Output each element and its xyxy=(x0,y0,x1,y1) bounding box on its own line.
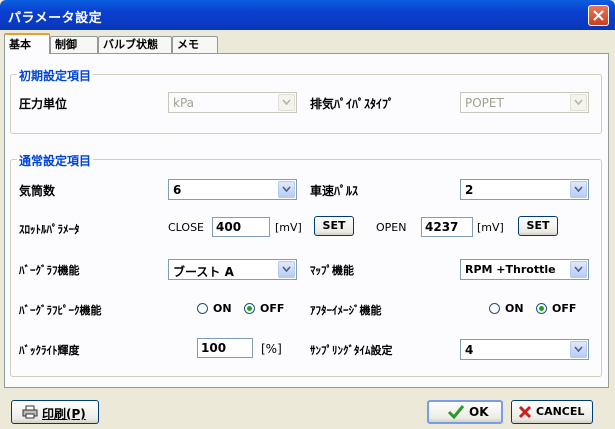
exhaust-pipe-value: POPET xyxy=(465,96,504,110)
cylinders-label: 気筒数 xyxy=(19,184,56,198)
window-title: パラメータ設定 xyxy=(8,11,103,26)
pressure-unit-select: kPa xyxy=(168,92,297,113)
speed-pulse-select[interactable]: 2 xyxy=(460,179,589,200)
tab-control[interactable]: 制御 xyxy=(50,36,98,53)
map-label: ﾏｯﾌﾟ機能 xyxy=(310,264,354,277)
dropdown-arrow-icon[interactable] xyxy=(570,261,587,278)
throttle-open-unit: [mV] xyxy=(477,221,504,234)
cylinders-select[interactable]: 6 xyxy=(168,179,297,200)
tab-basic[interactable]: 基本 xyxy=(4,33,50,54)
sampling-value: 4 xyxy=(465,343,474,357)
throttle-open-input[interactable]: 4237 xyxy=(421,217,473,237)
backlight-input[interactable]: 100 xyxy=(197,338,253,358)
normal-settings-group: 通常設定項目 気筒数 6 車速ﾊﾟﾙｽ 2 ｽﾛｯﾄﾙﾊﾟﾗﾒｰﾀ CLOSE … xyxy=(10,152,602,377)
pressure-unit-label: 圧力単位 xyxy=(19,97,68,111)
tab-panel-basic: 初期設定項目 圧力単位 kPa 排気ﾊﾟｲﾊﾟｽﾀｲﾌﾟ POPET 通常設定項… xyxy=(4,53,609,388)
afterimage-on-radio[interactable] xyxy=(489,303,500,314)
close-button[interactable] xyxy=(588,5,609,26)
bargraph-peak-on-label: ON xyxy=(213,302,232,315)
afterimage-off-radio[interactable] xyxy=(536,303,547,314)
title-bar[interactable]: パラメータ設定 xyxy=(0,0,615,30)
bargraph-peak-label: ﾊﾞｰｸﾞﾗﾌﾋﾟｰｸ機能 xyxy=(19,304,102,317)
ok-button[interactable]: OK xyxy=(427,400,503,424)
checkmark-icon xyxy=(447,405,465,420)
backlight-label: ﾊﾞｯｸﾗｲﾄ輝度 xyxy=(19,344,80,357)
printer-icon xyxy=(22,405,38,419)
dropdown-arrow-icon xyxy=(570,94,587,111)
print-button-label: 印刷(P) xyxy=(42,407,86,421)
cylinders-value: 6 xyxy=(173,183,182,197)
pressure-unit-value: kPa xyxy=(173,96,194,110)
tab-memo[interactable]: メモ xyxy=(172,36,218,53)
afterimage-off-label: OFF xyxy=(552,302,577,315)
cancel-button[interactable]: CANCEL xyxy=(511,400,593,424)
dropdown-arrow-icon[interactable] xyxy=(570,341,587,358)
ok-button-label: OK xyxy=(469,405,489,419)
initial-settings-group: 初期設定項目 圧力単位 kPa 排気ﾊﾟｲﾊﾟｽﾀｲﾌﾟ POPET xyxy=(10,67,602,134)
bargraph-peak-on-radio[interactable] xyxy=(197,303,208,314)
map-value: RPM +Throttle xyxy=(465,263,556,276)
bargraph-value: ブースト A xyxy=(173,265,234,279)
bargraph-label: ﾊﾞｰｸﾞﾗﾌ機能 xyxy=(19,264,80,277)
sampling-label: ｻﾝﾌﾟﾘﾝｸﾞﾀｲﾑ設定 xyxy=(310,344,393,357)
throttle-open-set-button[interactable]: SET xyxy=(518,216,558,236)
throttle-close-label: CLOSE xyxy=(168,221,205,234)
sampling-select[interactable]: 4 xyxy=(460,339,589,360)
map-select[interactable]: RPM +Throttle xyxy=(460,259,589,280)
dropdown-arrow-icon[interactable] xyxy=(570,181,587,198)
exhaust-pipe-label: 排気ﾊﾟｲﾊﾟｽﾀｲﾌﾟ xyxy=(310,97,395,111)
afterimage-on-label: ON xyxy=(505,302,524,315)
dropdown-arrow-icon xyxy=(278,94,295,111)
throttle-close-input[interactable]: 400 xyxy=(212,217,270,237)
initial-settings-legend: 初期設定項目 xyxy=(17,67,94,84)
parameter-settings-window: パラメータ設定 基本 制御 バルブ状態 メモ 初期設定項目 圧力単位 kPa 排… xyxy=(0,0,615,429)
bargraph-peak-off-radio[interactable] xyxy=(244,303,255,314)
throttle-close-set-button[interactable]: SET xyxy=(314,216,354,236)
throttle-label: ｽﾛｯﾄﾙﾊﾟﾗﾒｰﾀ xyxy=(19,223,80,236)
afterimage-label: ｱﾌﾀｰｲﾒｰｼﾞ機能 xyxy=(310,304,382,317)
speed-pulse-label: 車速ﾊﾟﾙｽ xyxy=(310,184,359,198)
backlight-unit: [%] xyxy=(261,342,282,356)
throttle-close-unit: [mV] xyxy=(275,221,302,234)
dropdown-arrow-icon[interactable] xyxy=(278,261,295,278)
cancel-button-label: CANCEL xyxy=(536,405,585,418)
x-icon xyxy=(518,405,532,419)
bargraph-peak-off-label: OFF xyxy=(260,302,285,315)
normal-settings-legend: 通常設定項目 xyxy=(17,152,94,169)
tab-valve-status[interactable]: バルブ状態 xyxy=(98,36,172,53)
close-icon xyxy=(593,10,604,21)
speed-pulse-value: 2 xyxy=(465,183,474,197)
exhaust-pipe-select: POPET xyxy=(460,92,589,113)
print-button[interactable]: 印刷(P) xyxy=(11,400,99,424)
throttle-open-label: OPEN xyxy=(376,221,407,234)
bargraph-select[interactable]: ブースト A xyxy=(168,259,297,280)
dropdown-arrow-icon[interactable] xyxy=(278,181,295,198)
